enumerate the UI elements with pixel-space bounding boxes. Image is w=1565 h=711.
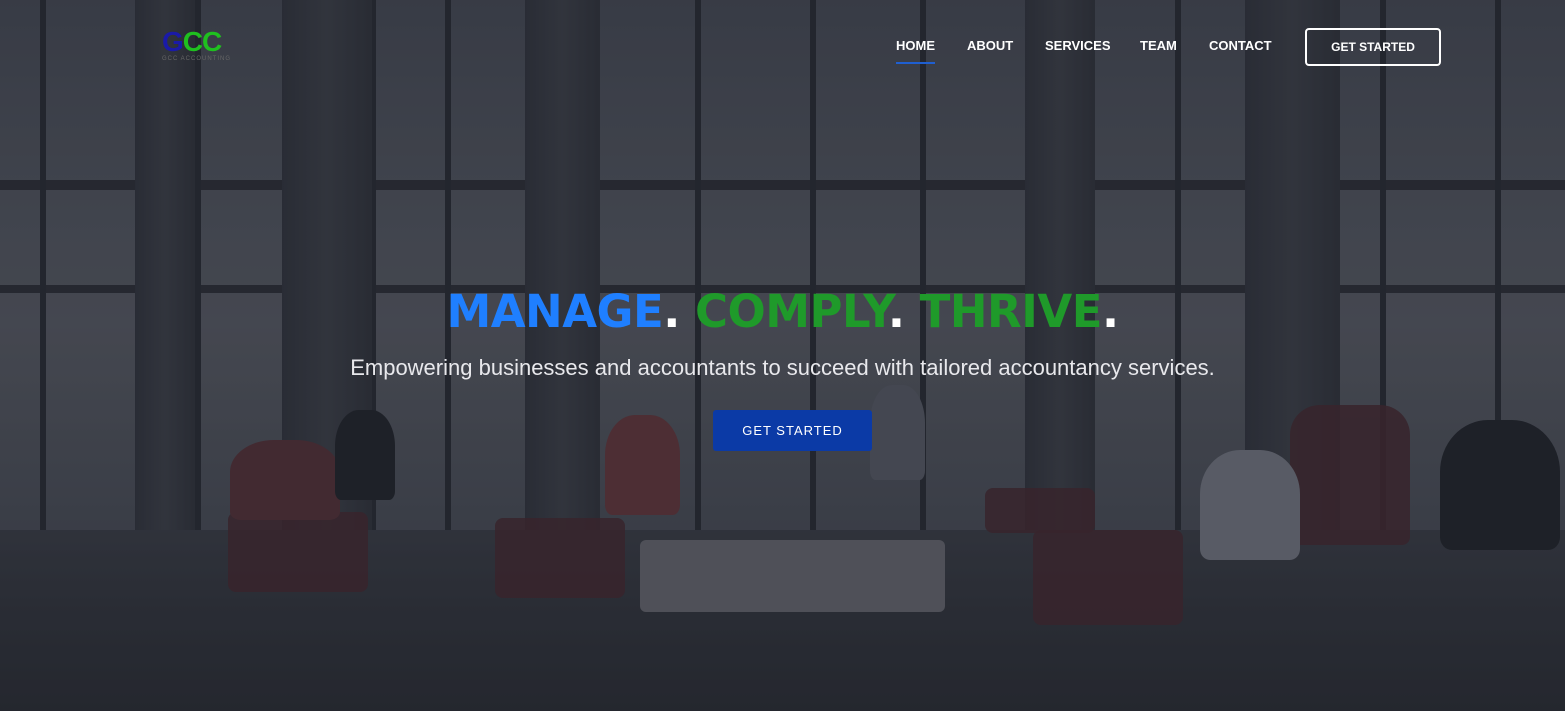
nav-item-team[interactable]: TEAM	[1140, 38, 1177, 53]
hero-get-started-button[interactable]: GET STARTED	[713, 410, 872, 451]
nav-item-about[interactable]: ABOUT	[967, 38, 1013, 53]
nav-item-contact[interactable]: CONTACT	[1209, 38, 1272, 53]
headline-dot: .	[663, 285, 680, 338]
headline-word-thrive: THRIVE	[919, 285, 1103, 338]
hero-section: GCC GCC ACCOUNTING HOME ABOUT SERVICES T…	[0, 0, 1565, 711]
logo-mark: GCC	[162, 28, 254, 56]
site-header: GCC GCC ACCOUNTING HOME ABOUT SERVICES T…	[0, 0, 1565, 95]
nav-item-services[interactable]: SERVICES	[1045, 38, 1111, 53]
site-logo[interactable]: GCC GCC ACCOUNTING	[162, 28, 254, 63]
logo-letter-g: G	[162, 26, 184, 57]
header-get-started-button[interactable]: GET STARTED	[1305, 28, 1441, 66]
headline-word-manage: MANAGE	[446, 285, 664, 338]
hero-headline: MANAGE. COMPLY. THRIVE.	[0, 286, 1565, 338]
headline-dot: .	[1101, 285, 1119, 338]
logo-letters-cc: CC	[182, 26, 222, 57]
logo-tagline: GCC ACCOUNTING	[162, 56, 232, 62]
hero-subtitle: Empowering businesses and accountants to…	[350, 355, 1215, 380]
nav-item-home[interactable]: HOME	[896, 38, 935, 64]
headline-word-comply: COMPLY	[695, 285, 888, 338]
headline-dot: .	[887, 285, 905, 338]
